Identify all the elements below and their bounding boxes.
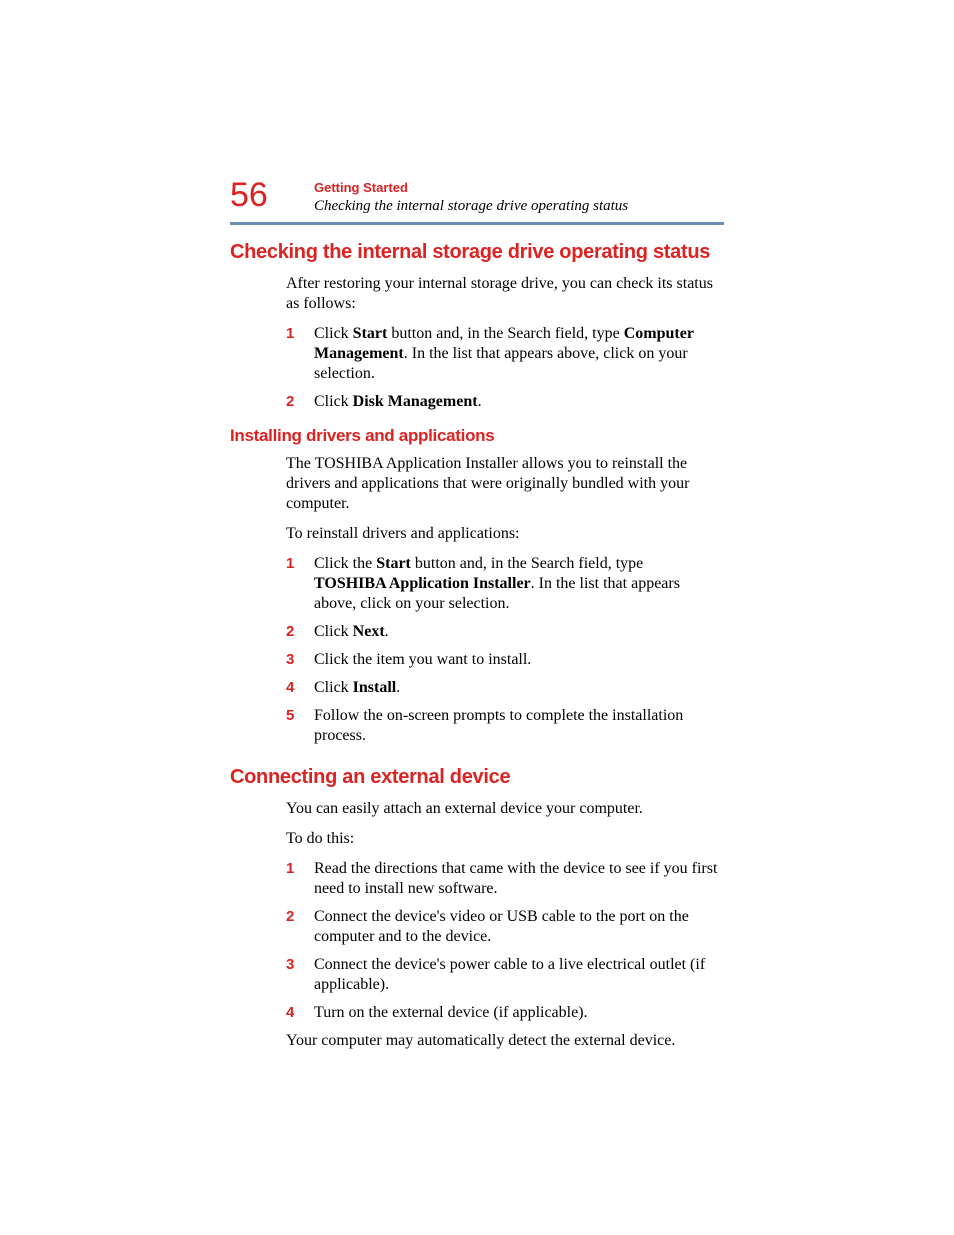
step-number: 4 <box>286 678 314 698</box>
text-run: . <box>478 393 482 410</box>
step-text: Connect the device's power cable to a li… <box>314 955 718 995</box>
text-run: . <box>396 679 400 696</box>
step-number: 3 <box>286 955 314 995</box>
paragraph: To do this: <box>286 829 718 849</box>
chapter-title: Getting Started <box>314 180 628 197</box>
heading-checking-storage: Checking the internal storage drive oper… <box>230 241 730 264</box>
paragraph: To reinstall drivers and applications: <box>286 524 718 544</box>
list-item: 2 Click Disk Management. <box>286 392 718 412</box>
step-text: Click the Start button and, in the Searc… <box>314 554 718 614</box>
text-run: . <box>385 623 389 640</box>
text-run-bold: TOSHIBA Application Installer <box>314 575 531 592</box>
step-number: 5 <box>286 706 314 746</box>
text-run-bold: Next <box>353 623 385 640</box>
text-run: button and, in the Search field, type <box>387 325 623 342</box>
step-number: 2 <box>286 907 314 947</box>
list-item: 4 Turn on the external device (if applic… <box>286 1003 718 1023</box>
list-item: 4 Click Install. <box>286 678 718 698</box>
step-text: Connect the device's video or USB cable … <box>314 907 718 947</box>
step-text: Click Start button and, in the Search fi… <box>314 324 718 384</box>
step-number: 1 <box>286 324 314 384</box>
list-item: 2 Connect the device's video or USB cabl… <box>286 907 718 947</box>
ordered-list: 1 Click Start button and, in the Search … <box>286 324 718 412</box>
step-text: Read the directions that came with the d… <box>314 859 718 899</box>
list-item: 2 Click Next. <box>286 622 718 642</box>
page-header: 56 Getting Started Checking the internal… <box>230 178 730 216</box>
page-number: 56 <box>230 178 314 212</box>
text-run-bold: Start <box>376 555 411 572</box>
text-run: Click <box>314 393 353 410</box>
text-run: Click <box>314 679 353 696</box>
step-text: Click the item you want to install. <box>314 650 718 670</box>
section-subtitle: Checking the internal storage drive oper… <box>314 197 628 217</box>
header-rule <box>230 222 724 225</box>
page-content: 56 Getting Started Checking the internal… <box>230 178 730 1061</box>
step-number: 2 <box>286 392 314 412</box>
step-number: 4 <box>286 1003 314 1023</box>
list-item: 1 Read the directions that came with the… <box>286 859 718 899</box>
paragraph: You can easily attach an external device… <box>286 799 718 819</box>
heading-connecting-device: Connecting an external device <box>230 766 730 789</box>
step-text: Click Next. <box>314 622 718 642</box>
list-item: 5 Follow the on-screen prompts to comple… <box>286 706 718 746</box>
step-text: Turn on the external device (if applicab… <box>314 1003 718 1023</box>
step-text: Click Install. <box>314 678 718 698</box>
step-text: Follow the on-screen prompts to complete… <box>314 706 718 746</box>
text-run: button and, in the Search field, type <box>411 555 643 572</box>
text-run: Click the <box>314 555 376 572</box>
list-item: 3 Connect the device's power cable to a … <box>286 955 718 995</box>
step-number: 3 <box>286 650 314 670</box>
paragraph: After restoring your internal storage dr… <box>286 274 718 314</box>
heading-installing-drivers: Installing drivers and applications <box>230 426 730 446</box>
text-run: Click <box>314 325 353 342</box>
step-number: 1 <box>286 859 314 899</box>
list-item: 3 Click the item you want to install. <box>286 650 718 670</box>
step-number: 2 <box>286 622 314 642</box>
list-item: 1 Click the Start button and, in the Sea… <box>286 554 718 614</box>
header-text-block: Getting Started Checking the internal st… <box>314 178 628 216</box>
text-run: Click <box>314 623 353 640</box>
ordered-list: 1 Read the directions that came with the… <box>286 859 718 1023</box>
text-run-bold: Start <box>353 325 388 342</box>
paragraph: Your computer may automatically detect t… <box>286 1031 718 1051</box>
paragraph: The TOSHIBA Application Installer allows… <box>286 454 718 514</box>
list-item: 1 Click Start button and, in the Search … <box>286 324 718 384</box>
ordered-list: 1 Click the Start button and, in the Sea… <box>286 554 718 746</box>
step-number: 1 <box>286 554 314 614</box>
step-text: Click Disk Management. <box>314 392 718 412</box>
text-run-bold: Install <box>353 679 397 696</box>
text-run-bold: Disk Management <box>353 393 478 410</box>
